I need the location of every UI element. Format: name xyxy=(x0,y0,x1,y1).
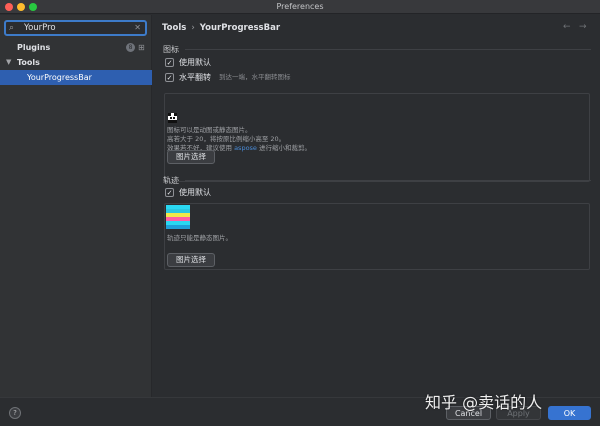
description-line: 图标可以是动图或静态图片。 xyxy=(167,126,252,134)
section-divider xyxy=(185,49,591,50)
back-arrow-icon[interactable]: ← xyxy=(563,22,571,32)
checkmark-icon: ✓ xyxy=(165,73,174,82)
icon-image-select-button[interactable]: 图片选择 xyxy=(167,150,215,164)
section-title-icon: 图标 xyxy=(163,45,179,54)
section-divider xyxy=(185,180,591,181)
icon-use-default-checkbox[interactable]: ✓ 使用默认 xyxy=(165,57,211,68)
clear-search-icon[interactable]: ✕ xyxy=(134,23,141,32)
sidebar-item-label: YourProgressBar xyxy=(27,73,92,82)
search-icon: ⌕ xyxy=(9,23,15,33)
help-button[interactable]: ? xyxy=(9,407,21,419)
aspose-link[interactable]: aspose xyxy=(234,144,257,152)
sidebar: ⌕ YourPro ✕ Plugins 8 ⊞ ▼ Tools YourProg… xyxy=(0,15,152,397)
description-line: 高若大于 20，将按原比例缩小高至 20。 xyxy=(167,135,286,143)
watermark: 知乎 @卖话的人 xyxy=(425,393,543,412)
title-bar: Preferences xyxy=(0,0,600,14)
search-input[interactable]: ⌕ YourPro ✕ xyxy=(4,20,147,36)
flip-hint: 到达一端，水平翻转图标 xyxy=(219,73,291,81)
track-description: 轨迹只能是静态图片。 xyxy=(167,234,232,242)
track-image-select-button[interactable]: 图片选择 xyxy=(167,253,215,267)
checkmark-icon: ✓ xyxy=(165,58,174,67)
panda-icon xyxy=(168,113,177,123)
sidebar-item-label: Plugins xyxy=(17,43,51,52)
sidebar-item-plugins[interactable]: Plugins 8 ⊞ xyxy=(0,41,152,54)
icon-description: 图标可以是动图或静态图片。 高若大于 20，将按原比例缩小高至 20。 效果若不… xyxy=(167,126,311,153)
breadcrumb-item: YourProgressBar xyxy=(199,23,281,33)
breadcrumb-item[interactable]: Tools xyxy=(162,23,186,33)
breadcrumb: Tools › YourProgressBar xyxy=(162,23,280,33)
settings-panel: Tools › YourProgressBar ← → 图标 ✓ 使用默认 ✓ 水平翻转… xyxy=(153,15,600,397)
rainbow-track-image xyxy=(166,205,190,229)
chevron-down-icon[interactable]: ▼ xyxy=(6,56,11,69)
checkbox-label: 使用默认 xyxy=(179,58,211,67)
checkmark-icon: ✓ xyxy=(165,188,174,197)
track-use-default-checkbox[interactable]: ✓ 使用默认 xyxy=(165,187,211,198)
checkbox-label: 水平翻转 xyxy=(179,73,211,82)
sidebar-item-label: Tools xyxy=(17,58,40,67)
breadcrumb-separator: › xyxy=(191,23,195,33)
plugin-settings-icon: ⊞ xyxy=(138,43,145,52)
horizontal-flip-checkbox[interactable]: ✓ 水平翻转 到达一端，水平翻转图标 xyxy=(165,72,291,83)
window-title: Preferences xyxy=(276,2,324,11)
ok-button[interactable]: OK xyxy=(548,406,591,420)
description-text: 进行缩小和裁剪。 xyxy=(256,144,312,152)
search-value: YourPro xyxy=(24,23,56,33)
update-count-badge: 8 xyxy=(126,43,135,52)
sidebar-item-yourprogressbar[interactable]: YourProgressBar xyxy=(0,70,152,85)
checkbox-label: 使用默认 xyxy=(179,188,211,197)
forward-arrow-icon[interactable]: → xyxy=(579,22,587,32)
section-title-track: 轨迹 xyxy=(163,176,179,185)
sidebar-item-tools[interactable]: ▼ Tools xyxy=(0,56,152,69)
